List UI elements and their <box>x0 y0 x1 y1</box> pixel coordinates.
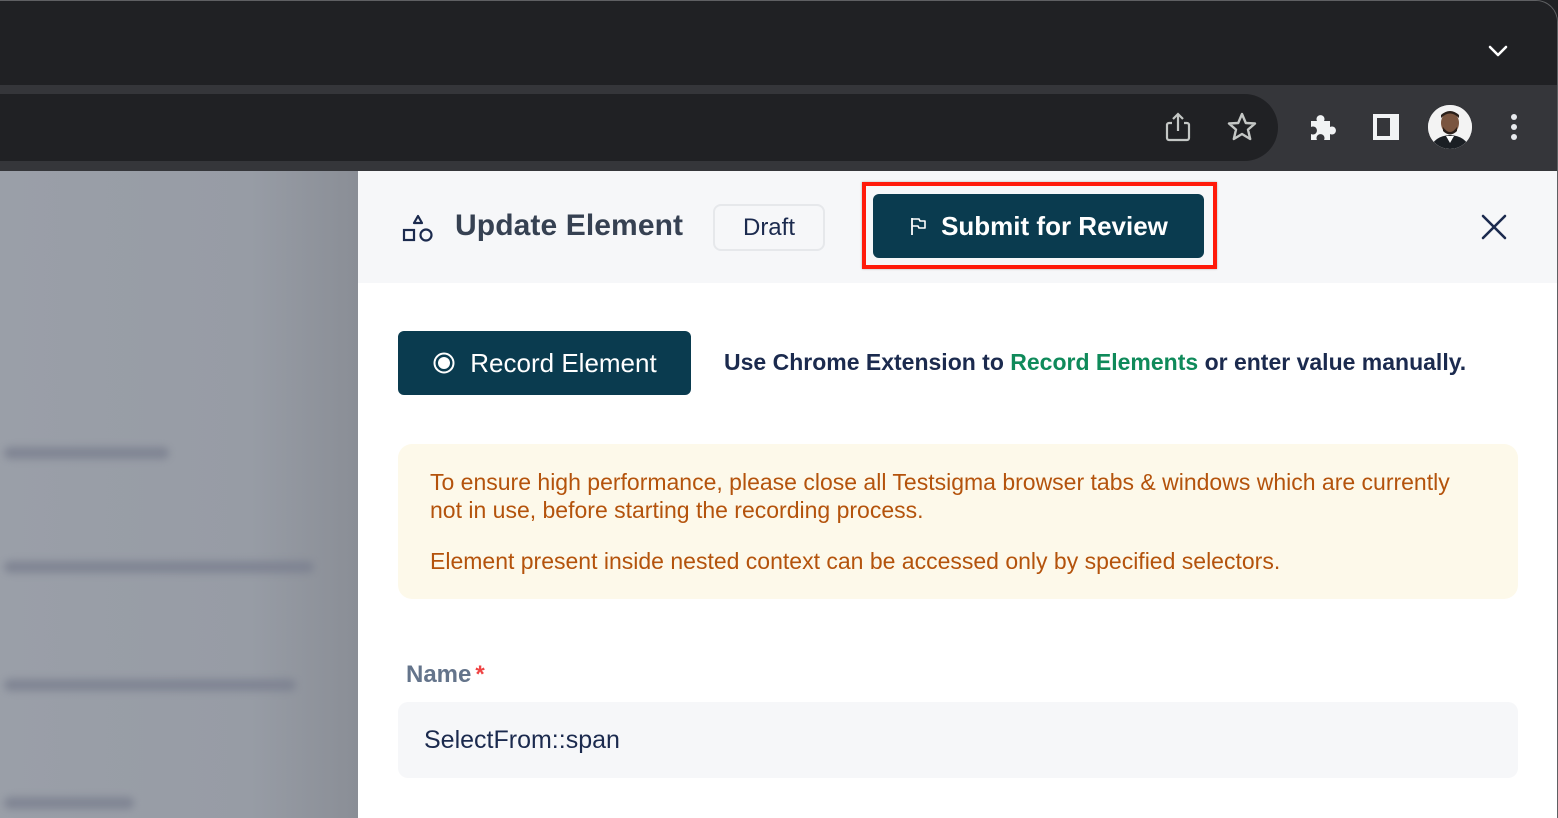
extensions-button[interactable] <box>1302 107 1342 147</box>
submit-button-label: Submit for Review <box>941 210 1168 241</box>
record-icon <box>433 352 455 374</box>
share-button[interactable] <box>1158 107 1198 147</box>
browser-menu-button[interactable] <box>1494 107 1534 147</box>
bookmark-star-icon <box>1227 112 1257 141</box>
side-panel-icon <box>1373 114 1399 140</box>
profile-photo <box>1428 105 1472 149</box>
address-bar[interactable] <box>0 94 1278 161</box>
helper-suffix: or enter value manually. <box>1198 349 1467 375</box>
record-button-label: Record Element <box>470 347 657 378</box>
tab-strip <box>0 1 1557 85</box>
name-label-text: Name <box>406 661 472 688</box>
tab-search-button[interactable] <box>1480 35 1516 67</box>
side-panel-button[interactable] <box>1366 107 1406 147</box>
required-marker: * <box>475 661 485 688</box>
flag-icon <box>911 218 926 235</box>
blurred-text <box>4 561 314 573</box>
chevron-down-icon <box>1488 45 1508 57</box>
drawer-header: Update Element Draft Submit for Review <box>358 171 1557 283</box>
shapes-icon <box>402 214 433 242</box>
record-helper-text: Use Chrome Extension to Record Elements … <box>724 349 1466 376</box>
blurred-text <box>4 447 169 459</box>
close-drawer-button[interactable] <box>1476 209 1512 245</box>
submit-for-review-button[interactable]: Submit for Review <box>873 194 1204 258</box>
status-badge: Draft <box>713 204 825 251</box>
name-input[interactable] <box>398 702 1518 778</box>
warning-line-1: To ensure high performance, please close… <box>430 469 1450 523</box>
performance-warning: To ensure high performance, please close… <box>398 444 1518 599</box>
blurred-text <box>4 679 296 691</box>
record-elements-link[interactable]: Record Elements <box>1010 349 1198 375</box>
page-content: Update Element Draft Submit for Review R… <box>0 171 1557 818</box>
record-element-button[interactable]: Record Element <box>398 331 691 395</box>
drawer-title: Update Element <box>455 209 684 242</box>
bookmark-button[interactable] <box>1222 107 1262 147</box>
browser-toolbar <box>0 85 1557 171</box>
browser-window: Update Element Draft Submit for Review R… <box>0 0 1558 818</box>
blurred-text <box>4 797 134 809</box>
update-element-drawer: Update Element Draft Submit for Review R… <box>358 171 1557 818</box>
blurred-backdrop[interactable] <box>0 171 358 818</box>
helper-prefix: Use Chrome Extension to <box>724 349 1011 375</box>
more-vertical-icon <box>1511 114 1517 140</box>
close-icon <box>1481 214 1507 240</box>
warning-line-2: Element present inside nested context ca… <box>430 548 1281 574</box>
profile-avatar[interactable] <box>1428 105 1472 149</box>
extensions-puzzle-icon <box>1311 115 1336 140</box>
share-icon <box>1165 112 1191 142</box>
name-field-label: Name * <box>406 661 485 689</box>
